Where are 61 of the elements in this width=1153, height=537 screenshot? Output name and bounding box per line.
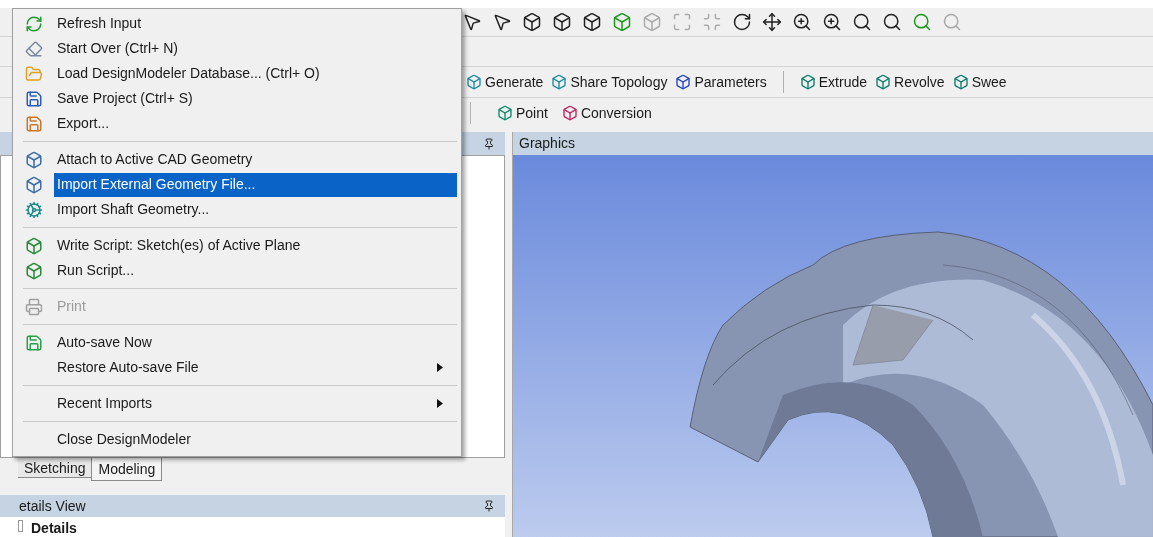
cube-icon — [24, 150, 43, 169]
menu-item[interactable]: Auto-save Now — [54, 330, 457, 355]
printer-icon — [24, 297, 43, 316]
menu-item[interactable]: Attach to Active CAD Geometry — [54, 147, 457, 172]
toolbar-button[interactable]: Conversion — [557, 101, 656, 125]
frame-icon — [672, 12, 692, 32]
menu-item[interactable]: Recent Imports — [54, 391, 457, 416]
toolbar-button[interactable]: Parameters — [671, 70, 771, 94]
pointer-icon — [492, 12, 512, 32]
zoom-fit-icon — [882, 12, 902, 32]
zoom-next-icon — [942, 12, 962, 32]
frame-icon — [702, 12, 722, 32]
toolbar-button[interactable]: Revolve — [871, 70, 949, 94]
pin-icon[interactable] — [483, 500, 495, 512]
pin-icon[interactable] — [483, 137, 495, 150]
details-header: Details — [31, 520, 77, 536]
toolbar-icon-button[interactable] — [732, 12, 752, 32]
toolbar-icon-button[interactable] — [822, 12, 842, 32]
gears-icon — [24, 200, 43, 219]
submenu-arrow-icon — [437, 363, 443, 372]
menu-item[interactable]: Restore Auto-save File — [54, 355, 457, 380]
zoom-previous-icon — [912, 12, 932, 32]
menu-item[interactable]: Save Project (Ctrl+ S) — [54, 86, 457, 111]
menu-item[interactable]: Start Over (Ctrl+ N) — [54, 36, 457, 61]
toolbar-button[interactable]: Share Topology — [547, 70, 672, 94]
toolbar-button[interactable]: Extrude — [795, 70, 872, 94]
autosave-icon — [24, 333, 43, 352]
toolbar-icon-button[interactable] — [882, 12, 902, 32]
toolbar-button[interactable]: Generate — [462, 70, 548, 94]
menu-item[interactable]: Run Script... — [54, 258, 457, 283]
menu-item[interactable]: Import Shaft Geometry... — [54, 197, 457, 222]
menu-item[interactable]: Export... — [54, 111, 457, 136]
rotate-icon — [732, 12, 752, 32]
zoom-icon — [792, 12, 812, 32]
toolbar-icon-button[interactable] — [462, 12, 482, 32]
cube-icon — [24, 175, 43, 194]
toolbar-icon-button[interactable] — [792, 12, 812, 32]
panel-title: Graphics — [519, 134, 576, 153]
toolbar-icon-button[interactable] — [492, 12, 512, 32]
eraser-icon — [24, 39, 43, 58]
panel-tab[interactable]: Sketching — [18, 458, 92, 478]
folder-icon — [24, 64, 43, 83]
menu-item[interactable]: Refresh Input — [54, 11, 457, 36]
menu-item[interactable]: Import External Geometry File... — [54, 172, 457, 197]
cube-icon — [466, 74, 482, 90]
panel-tab[interactable]: Modeling — [91, 458, 163, 481]
refresh-icon — [24, 14, 43, 33]
zoom-box-icon — [852, 12, 872, 32]
menu-item[interactable]: Close DesignModeler — [54, 427, 457, 452]
menu-item[interactable]: Load DesignModeler Database... (Ctrl+ O) — [54, 61, 457, 86]
save-icon — [24, 89, 43, 108]
menu-item[interactable]: Write Script: Sketch(es) of Active Plane — [54, 233, 457, 258]
panel-title: etails View — [19, 496, 86, 516]
submenu-arrow-icon — [437, 399, 443, 408]
pan-icon — [762, 12, 782, 32]
toolbar-icon-button[interactable] — [762, 12, 782, 32]
toolbar-button[interactable]: Point — [493, 101, 552, 125]
toolbar-icon-button[interactable] — [852, 12, 872, 32]
zoom-in-icon — [822, 12, 842, 32]
pointer-icon — [462, 12, 482, 32]
toolbar-button[interactable]: Swee — [948, 70, 1011, 94]
